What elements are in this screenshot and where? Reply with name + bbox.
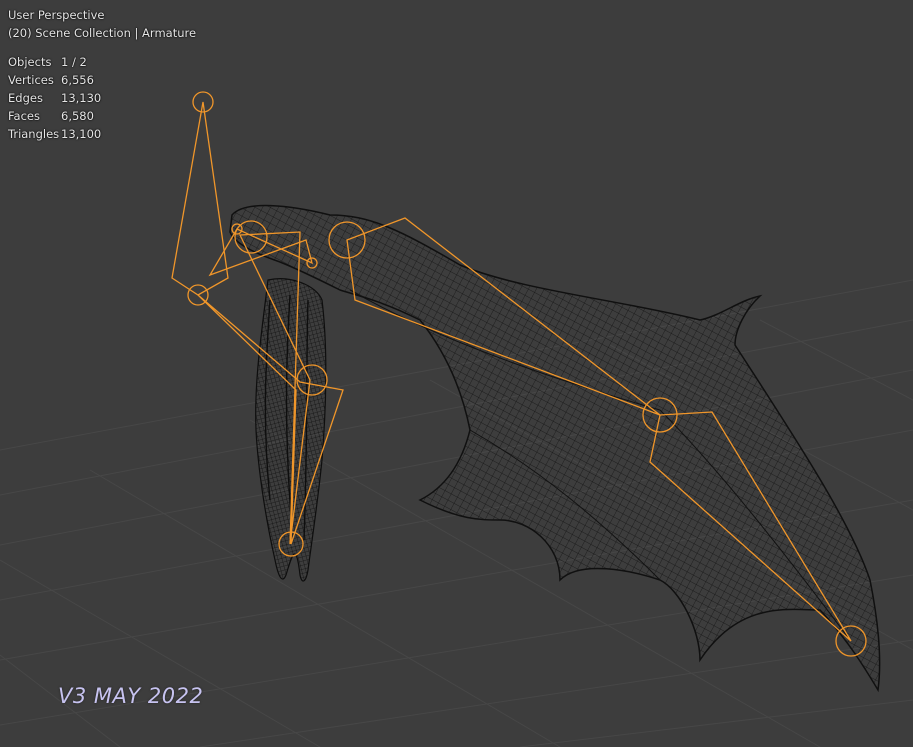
stat-label: Objects (8, 55, 52, 69)
perspective-label: User Perspective (8, 8, 105, 22)
stat-value: 13,130 (61, 91, 102, 105)
stat-label: Faces (8, 109, 40, 123)
stat-value: 6,556 (61, 73, 94, 87)
stat-label: Triangles (8, 127, 60, 141)
stat-label: Edges (8, 91, 43, 105)
stat-row-triangles: Triangles 13,100 (8, 125, 101, 143)
stat-row-faces: Faces 6,580 (8, 107, 101, 125)
armature-bone-upper[interactable] (171, 101, 229, 296)
stat-label: Vertices (8, 73, 54, 87)
stat-row-edges: Edges 13,130 (8, 89, 101, 107)
stat-row-objects: Objects 1 / 2 (8, 53, 101, 71)
3d-viewport[interactable] (0, 0, 913, 747)
wing-mesh[interactable] (229, 204, 881, 693)
stat-value: 1 / 2 (61, 55, 87, 69)
stat-row-vertices: Vertices 6,556 (8, 71, 101, 89)
scene-statistics: Objects 1 / 2 Vertices 6,556 Edges 13,13… (8, 53, 101, 143)
collection-label: (20) Scene Collection | Armature (8, 26, 197, 40)
version-watermark: V3 MAY 2022 (58, 684, 204, 708)
stat-value: 13,100 (61, 127, 102, 141)
viewport-header-info: User Perspective (20) Scene Collection |… (8, 6, 196, 42)
stat-value: 6,580 (61, 109, 94, 123)
